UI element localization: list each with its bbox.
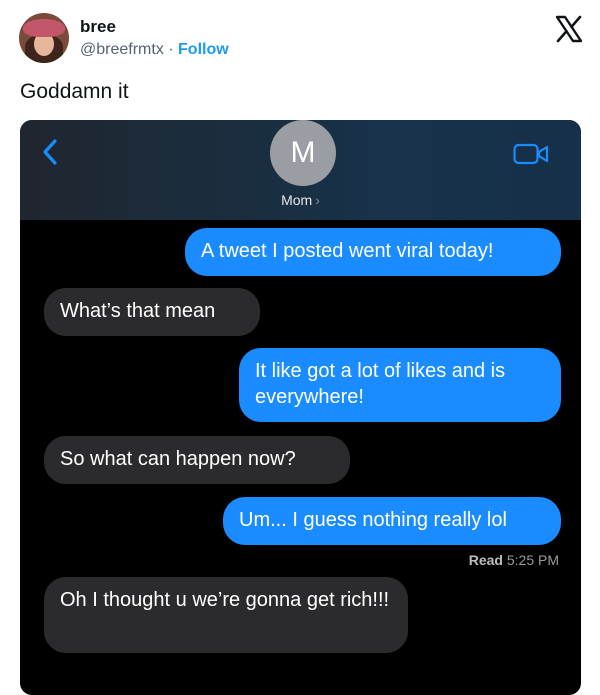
message-bubble-incoming[interactable]: So what can happen now? (44, 436, 350, 484)
follow-button[interactable]: Follow (178, 41, 229, 58)
read-time: 5:25 PM (506, 552, 559, 568)
message-bubble-incoming[interactable]: What’s that mean (44, 288, 260, 336)
messages-nav-bar: M Mom › (20, 120, 581, 220)
tweet-text: Goddamn it (20, 80, 129, 103)
avatar-hat (23, 19, 65, 37)
message-bubble-outgoing[interactable]: Um... I guess nothing really lol (223, 497, 561, 545)
contact-name: Mom (281, 192, 313, 208)
x-logo-icon[interactable] (554, 14, 584, 44)
separator: · (163, 41, 179, 58)
contact-name-row[interactable]: Mom › (20, 192, 581, 208)
contact-avatar[interactable]: M (270, 120, 336, 186)
video-call-icon[interactable] (513, 142, 549, 166)
tweet-media-screenshot[interactable]: M Mom › A tweet I posted went viral today… (20, 120, 581, 695)
message-bubble-outgoing[interactable]: It like got a lot of likes and is everyw… (239, 348, 561, 422)
handle-row: @breefrmtx · Follow (80, 41, 229, 59)
display-name[interactable]: bree (80, 17, 116, 37)
handle[interactable]: @breefrmtx (80, 41, 164, 58)
chevron-right-icon: › (315, 192, 320, 208)
message-bubble-incoming[interactable]: Oh I thought u we’re gonna get rich!!! (44, 577, 408, 653)
read-receipt: Read 5:25 PM (469, 552, 559, 568)
back-chevron-icon[interactable] (40, 138, 60, 166)
message-bubble-outgoing[interactable]: A tweet I posted went viral today! (185, 228, 561, 276)
avatar[interactable] (19, 13, 69, 63)
read-label: Read (468, 552, 503, 568)
